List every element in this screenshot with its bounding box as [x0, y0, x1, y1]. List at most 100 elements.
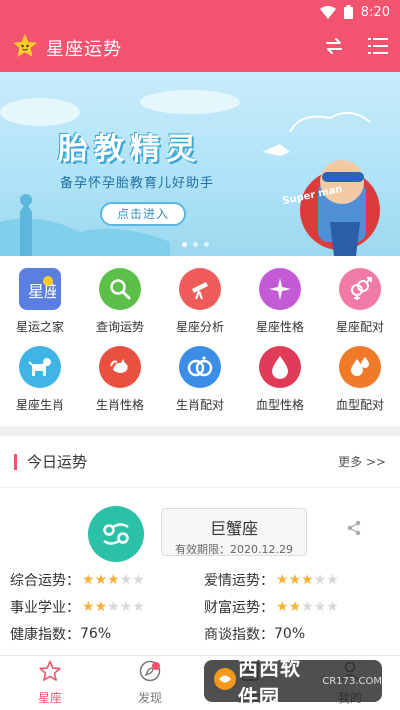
banner-headline: 胎教精灵 — [58, 132, 202, 167]
star-icon: ★ — [276, 598, 289, 615]
promo-banner[interactable]: 胎教精灵 备孕怀孕胎教育儿好助手 点击进入 Super man — [0, 72, 400, 256]
star-icon: ★ — [82, 571, 95, 588]
star-icon: ★ — [313, 598, 327, 615]
grid-item-label: 星座生肖 — [15, 398, 64, 412]
app-title: 星座运势 — [46, 39, 122, 60]
more-link[interactable]: 更多 >> — [338, 453, 386, 470]
gender-pair-icon — [339, 268, 381, 310]
stat-value: 76% — [80, 625, 112, 642]
banner-pager[interactable] — [182, 242, 209, 247]
stat-label: 财富运势： — [204, 599, 274, 616]
nav-tab-zodiac[interactable]: 星座 — [0, 656, 100, 710]
notification-badge — [152, 662, 160, 670]
nav-label: 星座 — [37, 691, 62, 705]
grid-item-label: 血型配对 — [335, 398, 384, 412]
star-icon: ★ — [313, 571, 327, 588]
grid-item-query-fortune[interactable]: 查询运势 — [80, 264, 160, 342]
star-icon: ★ — [301, 571, 314, 588]
star-icon: ★ — [326, 571, 339, 588]
star-logo-icon — [12, 33, 38, 63]
rating-stars: ★ ★ ★ ★ ★ — [276, 600, 339, 614]
star-icon: ★ — [288, 598, 302, 615]
wifi-icon — [319, 5, 336, 19]
telescope-icon — [179, 268, 221, 310]
grid-item-star-home[interactable]: 星座 星运之家 — [0, 264, 80, 342]
grid-item-zodiac-personality[interactable]: 星座性格 — [240, 264, 320, 342]
grid-item-label: 查询运势 — [95, 320, 144, 334]
stat-love: 爱情运势： ★ ★ ★ ★ ★ — [204, 570, 390, 589]
blood-drop-icon — [259, 346, 301, 388]
star-icon: ★ — [288, 571, 302, 588]
nav-label: 发现 — [137, 691, 162, 705]
star-home-icon: 星座 — [19, 268, 61, 310]
switch-icon[interactable] — [324, 36, 344, 60]
rating-stars: ★ ★ ★ ★ ★ — [82, 573, 145, 587]
today-section-header: 今日运势 更多 >> — [0, 436, 400, 488]
today-title: 今日运势 — [27, 453, 88, 471]
app-bar: 星座运势 — [0, 24, 400, 72]
stat-label: 爱情运势： — [204, 572, 274, 589]
fortune-stats: 综合运势： ★ ★ ★ ★ ★ 爱情运势： ★ ★ ★ ★ ★ 事业学业： ★ ★ ★ ★ ★ 财富运势… — [10, 570, 390, 643]
pager-dot[interactable] — [182, 242, 187, 247]
watermark-sub: CR173.COM — [322, 675, 382, 687]
feature-grid: 星座 星运之家 查询运势 星座分析 星座性格 星座配对 星座生肖 生肖性格 生肖… — [0, 256, 400, 426]
grid-item-animal-personality[interactable]: 生肖性格 — [80, 342, 160, 420]
star-outline-icon — [39, 660, 61, 686]
pager-dot[interactable] — [204, 242, 209, 247]
watermark-logo-icon — [212, 666, 238, 696]
sign-name: 巨蟹座 — [209, 519, 258, 538]
magnifier-icon — [99, 268, 141, 310]
dog-icon — [19, 346, 61, 388]
grid-item-label: 星座性格 — [255, 320, 304, 334]
stat-label: 事业学业： — [10, 599, 80, 616]
svg-text:星座: 星座 — [28, 282, 56, 301]
grid-item-label: 星座分析 — [175, 320, 224, 334]
star-icon: ★ — [107, 598, 120, 615]
grid-item-label: 星运之家 — [15, 320, 64, 334]
battery-icon — [343, 5, 353, 19]
stat-label: 商谈指数： — [204, 626, 274, 643]
star-icon: ★ — [94, 598, 108, 615]
banner-enter-button[interactable]: 点击进入 — [100, 202, 186, 226]
star-icon: ★ — [132, 598, 145, 615]
site-watermark: 西西软件园 CR173.COM — [204, 656, 382, 709]
rating-stars: ★ ★ ★ ★ ★ — [276, 573, 339, 587]
grid-item-zodiac-animal[interactable]: 星座生肖 — [0, 342, 80, 420]
stat-negotiation: 商谈指数： 70% — [204, 624, 390, 643]
section-divider — [0, 426, 400, 436]
star-icon: ★ — [132, 571, 145, 588]
valid-until: 有效期限：2020.12.29 — [175, 543, 293, 556]
blood-drops-icon — [339, 346, 381, 388]
compass-star-icon — [259, 268, 301, 310]
rooster-icon — [99, 346, 141, 388]
grid-item-animal-match[interactable]: 生肖配对 — [160, 342, 240, 420]
cancer-sign-icon[interactable] — [88, 506, 144, 562]
grid-item-label: 生肖性格 — [95, 398, 144, 412]
grid-item-zodiac-analysis[interactable]: 星座分析 — [160, 264, 240, 342]
grid-item-zodiac-match[interactable]: 星座配对 — [320, 264, 400, 342]
stat-label: 健康指数： — [10, 626, 80, 643]
menu-list-icon[interactable] — [368, 37, 388, 59]
grid-item-blood-match[interactable]: 血型配对 — [320, 342, 400, 420]
stat-wealth: 财富运势： ★ ★ ★ ★ ★ — [204, 597, 390, 616]
rings-icon — [179, 346, 221, 388]
banner-subtitle: 备孕怀孕胎教育儿好助手 — [60, 176, 215, 191]
nav-tab-discover[interactable]: 发现 — [100, 656, 200, 710]
grid-item-blood-personality[interactable]: 血型性格 — [240, 342, 320, 420]
star-icon: ★ — [107, 571, 120, 588]
share-icon[interactable] — [346, 520, 362, 540]
status-time: 8:20 — [360, 4, 390, 20]
grid-item-label: 生肖配对 — [175, 398, 224, 412]
star-icon: ★ — [119, 571, 133, 588]
star-icon: ★ — [119, 598, 133, 615]
grid-item-label: 血型性格 — [255, 398, 304, 412]
star-icon: ★ — [326, 598, 339, 615]
sign-info-card[interactable]: 巨蟹座 有效期限：2020.12.29 — [161, 508, 307, 556]
stat-health: 健康指数： 76% — [10, 624, 204, 643]
star-icon: ★ — [94, 571, 108, 588]
watermark-main: 西西软件园 — [238, 656, 301, 709]
section-accent-bar — [14, 453, 17, 470]
status-bar: 8:20 — [0, 0, 400, 24]
rating-stars: ★ ★ ★ ★ ★ — [82, 600, 145, 614]
pager-dot[interactable] — [193, 242, 198, 247]
